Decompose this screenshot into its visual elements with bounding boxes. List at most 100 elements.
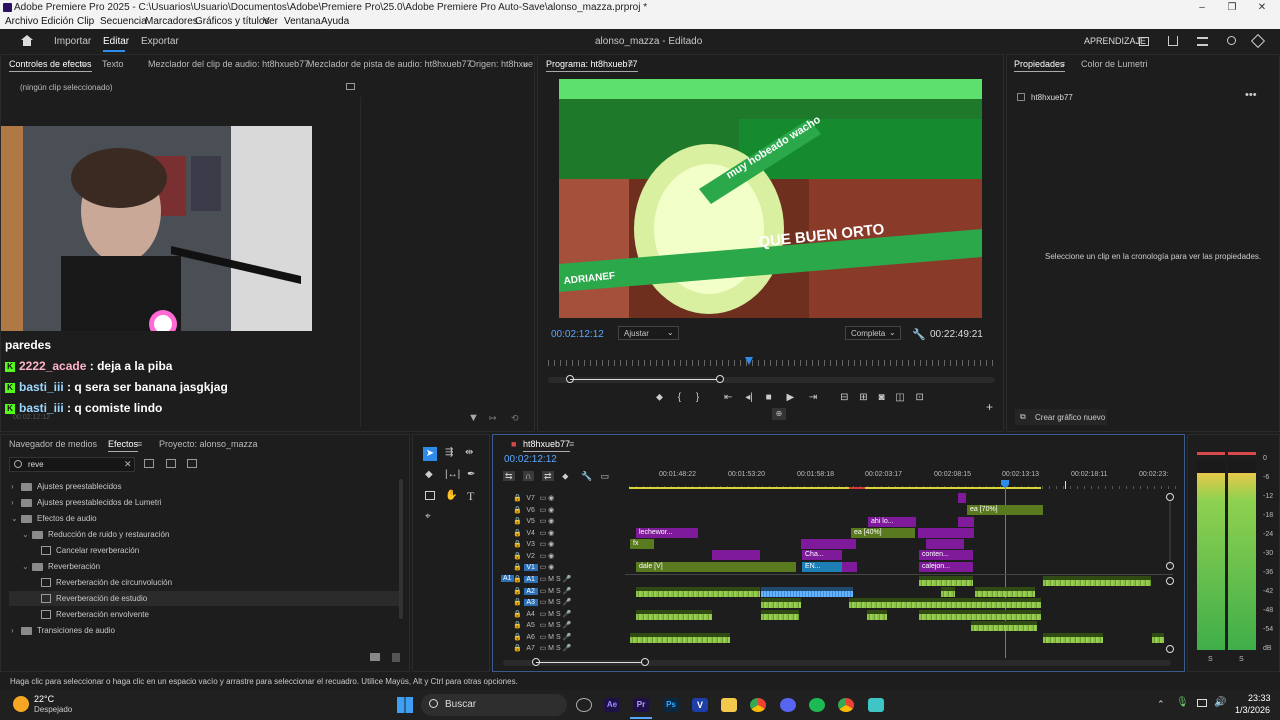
- tab-menu-icon[interactable]: ≡: [569, 439, 574, 449]
- tab-effect-controls[interactable]: Controles de efectos: [9, 59, 92, 72]
- effects-scrollbar[interactable]: [399, 479, 403, 619]
- expand-icon[interactable]: [1250, 33, 1266, 49]
- menu-edicion[interactable]: Edición: [41, 15, 74, 29]
- stop-icon[interactable]: ■: [766, 392, 772, 403]
- scroll-handle-right[interactable]: [641, 658, 649, 666]
- tab-editar[interactable]: Editar: [103, 36, 129, 47]
- more-options-icon[interactable]: •••: [1245, 89, 1257, 101]
- track-header-a3[interactable]: 🔒 A3 ▭ M S 🎤: [513, 598, 571, 606]
- tab-propiedades[interactable]: Propiedades: [1014, 59, 1065, 72]
- text-tool-icon[interactable]: T: [467, 489, 474, 504]
- toggle-timeline-icon[interactable]: [346, 83, 355, 90]
- auto-reframe-icon[interactable]: ⌖: [425, 511, 431, 522]
- nest-icon[interactable]: ⇆: [503, 471, 515, 481]
- tab-menu-icon[interactable]: ≡: [137, 439, 142, 449]
- aprendizaje-button[interactable]: APRENDIZAJE: [1084, 36, 1146, 46]
- zoom-handle-right[interactable]: [716, 375, 724, 383]
- mark-in-icon[interactable]: {: [678, 392, 681, 403]
- audio-clip[interactable]: [1043, 576, 1151, 586]
- accelerated-effects-icon[interactable]: [144, 459, 154, 468]
- taskbar-search[interactable]: Buscar: [421, 694, 567, 716]
- multicam-icon[interactable]: ⊡: [916, 392, 924, 403]
- step-back-icon[interactable]: ◂|: [745, 392, 753, 403]
- hand-icon[interactable]: ✋: [445, 490, 457, 501]
- fit-dropdown[interactable]: Ajustar ⌄: [618, 326, 679, 340]
- after-effects-icon[interactable]: Ae: [604, 698, 620, 712]
- ripple-edit-icon[interactable]: ⇹: [465, 447, 473, 458]
- link-icon[interactable]: ⊕: [772, 408, 786, 420]
- search-icon[interactable]: [1227, 36, 1236, 45]
- obs-icon[interactable]: [576, 698, 592, 712]
- clear-search-icon[interactable]: ✕: [124, 459, 132, 470]
- go-to-in-icon[interactable]: ⇤: [724, 392, 732, 403]
- tab-menu-icon[interactable]: ≡: [1060, 59, 1065, 69]
- create-graphic-button[interactable]: ⧉ Crear gráfico nuevo: [1015, 409, 1107, 425]
- tray-chevron-icon[interactable]: ⌃: [1157, 699, 1165, 710]
- filter-icon[interactable]: ▼: [468, 412, 479, 424]
- track-header-a6[interactable]: 🔒 A6 ▭ M S 🎤: [513, 633, 571, 641]
- track-header-v6[interactable]: 🔒 V6 ▭ ◉: [513, 506, 554, 514]
- video-clip[interactable]: [958, 493, 966, 503]
- chrome-icon[interactable]: [750, 698, 766, 712]
- audio-clip[interactable]: [867, 610, 887, 620]
- weather-icon[interactable]: [13, 696, 29, 712]
- audio-clip[interactable]: [941, 587, 955, 597]
- tree-item[interactable]: ⌄ Efectos de audio: [11, 514, 97, 523]
- tab-proyecto[interactable]: Proyecto: alonso_mazza: [159, 439, 258, 449]
- menu-archivo[interactable]: Archivo: [5, 15, 38, 29]
- timeline-ruler[interactable]: 00:01:48:22 00:01:53:20 00:01:58:18 00:0…: [629, 471, 1177, 481]
- tree-item[interactable]: Reverberación de circunvolución: [41, 578, 172, 588]
- tab-importar[interactable]: Importar: [54, 36, 91, 47]
- network-icon[interactable]: [1197, 699, 1207, 707]
- camera-icon[interactable]: ◙: [878, 392, 884, 403]
- go-to-out-icon[interactable]: ⇥: [809, 392, 817, 403]
- audio-clip[interactable]: [975, 587, 1035, 597]
- program-video-frame[interactable]: muy hobeado wacho QUE BUEN ORTO ADRIANEF: [559, 79, 982, 318]
- video-clip[interactable]: ahi lo...: [868, 517, 916, 527]
- new-bin-icon[interactable]: [370, 653, 380, 661]
- menu-ventana[interactable]: Ventana: [284, 15, 321, 29]
- add-button-icon[interactable]: +: [986, 400, 993, 414]
- tab-efectos[interactable]: Efectos: [108, 439, 139, 452]
- menu-ayuda[interactable]: Ayuda: [321, 15, 349, 29]
- track-header-a4[interactable]: 🔒 A4 ▭ M S 🎤: [513, 610, 571, 618]
- video-clip[interactable]: EN...: [802, 562, 842, 572]
- tree-item[interactable]: › Ajustes preestablecidos: [11, 482, 122, 491]
- audio-clip[interactable]: [761, 598, 801, 608]
- volume-icon[interactable]: 🔊: [1214, 697, 1226, 708]
- track-header-a7[interactable]: 🔒 A7 ▭ M S 🎤: [513, 644, 571, 652]
- tab-audio-track-mixer[interactable]: Mezclador de pista de audio: ht8hxueb77: [307, 59, 472, 69]
- windows-start-icon[interactable]: [397, 697, 413, 713]
- discord-icon[interactable]: [780, 698, 796, 712]
- linked-selection-icon[interactable]: ⇄: [542, 471, 554, 481]
- close-icon[interactable]: ✕: [1252, 0, 1272, 15]
- close-sequence-icon[interactable]: ■: [511, 439, 516, 449]
- tab-sequence[interactable]: ht8hxueb77: [523, 439, 571, 452]
- quality-dropdown[interactable]: Completa ⌄: [845, 326, 901, 340]
- menu-graficos[interactable]: Gráficos y títulos: [195, 15, 269, 29]
- tab-exportar[interactable]: Exportar: [141, 36, 179, 47]
- mark-out-icon[interactable]: }: [696, 392, 699, 403]
- track-header-a2[interactable]: 🔒 A2 ▭ M S 🎤: [513, 587, 571, 595]
- minimize-icon[interactable]: –: [1192, 0, 1212, 15]
- export-frame-icon[interactable]: ↦: [489, 413, 497, 424]
- video-clip[interactable]: conten...: [919, 550, 973, 560]
- tree-item[interactable]: Reverberación envolvente: [41, 610, 149, 620]
- video-clip[interactable]: calejon...: [919, 562, 973, 572]
- tree-item-selected[interactable]: Reverberación de estudio: [41, 594, 147, 604]
- tree-item[interactable]: ⌄ Reducción de ruido y restauración: [22, 530, 169, 539]
- track-header-v4[interactable]: 🔒 V4 ▭ ◉: [513, 529, 554, 537]
- audio-clip[interactable]: [1043, 633, 1103, 643]
- tree-item[interactable]: ⌄ Reverberación: [22, 562, 100, 571]
- mic-tray-icon[interactable]: 🎙: [1176, 697, 1189, 708]
- share-icon[interactable]: [1168, 36, 1178, 46]
- tab-media-browser[interactable]: Navegador de medios: [9, 439, 97, 449]
- photoshop-icon[interactable]: Ps: [663, 698, 679, 712]
- menu-marcadores[interactable]: Marcadores: [145, 15, 198, 29]
- clock-time[interactable]: 23:33: [1248, 693, 1271, 703]
- video-clip[interactable]: [958, 517, 974, 527]
- menu-icon[interactable]: [1197, 37, 1208, 46]
- track-header-v3[interactable]: 🔒 V3 ▭ ◉: [513, 540, 554, 548]
- tree-item[interactable]: › Transiciones de audio: [11, 626, 115, 635]
- clock-date[interactable]: 1/3/2026: [1235, 705, 1270, 715]
